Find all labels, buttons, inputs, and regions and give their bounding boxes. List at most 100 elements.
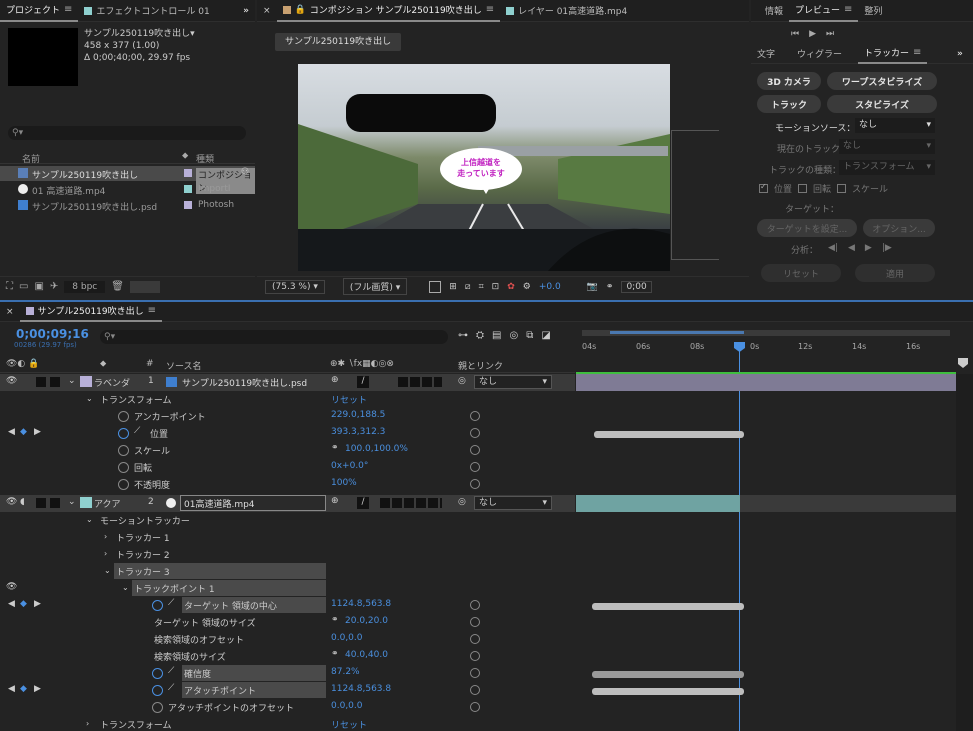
tab-wiggler[interactable]: ウィグラー xyxy=(791,43,848,65)
tab-timeline[interactable]: サンプル250119吹き出し ≡ xyxy=(19,302,163,322)
search-offset-value[interactable]: 0.0,0.0 xyxy=(331,633,363,643)
stopwatch-icon[interactable] xyxy=(118,428,129,439)
timeline-search-input[interactable]: ⚲▾ xyxy=(100,330,448,344)
pick-whip-icon[interactable] xyxy=(470,702,480,712)
transform-group-2[interactable]: › トランスフォーム リセット xyxy=(0,716,575,731)
mask-visibility-icon[interactable]: ⧄ xyxy=(465,282,471,292)
set-target-button[interactable]: ターゲットを設定... xyxy=(757,219,857,237)
next-keyframe-icon[interactable]: ▶ xyxy=(34,427,41,437)
shy-icon[interactable]: ⛭ xyxy=(476,330,484,341)
label-color-swatch[interactable] xyxy=(80,497,92,508)
graph-icon[interactable]: ⟋ xyxy=(168,666,174,676)
opacity-value[interactable]: 100% xyxy=(331,478,357,488)
feature-center-value[interactable]: 1124.8,563.8 xyxy=(331,599,391,609)
constrain-link-icon[interactable]: ⚭ xyxy=(331,649,339,659)
col-name[interactable]: 名前 xyxy=(22,152,40,165)
audio-icon[interactable]: ◖ xyxy=(20,497,25,507)
new-folder-icon[interactable]: ▭ xyxy=(19,281,28,292)
transform-reset-link[interactable]: リセット xyxy=(331,393,367,406)
expand-chevron-icon[interactable]: ⌄ xyxy=(86,394,93,403)
stabilize-motion-button[interactable]: スタビライズ xyxy=(827,95,937,113)
constrain-link-icon[interactable]: ⚭ xyxy=(331,615,339,625)
expand-chevron-icon[interactable]: ⌄ xyxy=(68,376,76,386)
property-anchor[interactable]: アンカーポイント 229.0,188.5 xyxy=(0,408,575,425)
visibility-eye-icon[interactable]: 👁 xyxy=(6,376,17,386)
analyze-backward-1-icon[interactable]: ◀| xyxy=(828,243,838,256)
pick-whip-icon[interactable] xyxy=(470,668,480,678)
layer-name-field[interactable]: 01高速道路.mp4 xyxy=(180,495,326,511)
stopwatch-icon[interactable] xyxy=(152,668,163,679)
grid-icon[interactable]: ⌗ xyxy=(479,282,484,292)
pick-whip-icon[interactable] xyxy=(470,445,480,455)
tab-project[interactable]: プロジェクト ≡ xyxy=(0,0,79,22)
col-parent-link[interactable]: 親とリンク xyxy=(458,359,503,372)
tab-effect-controls[interactable]: エフェクトコントロール 01 xyxy=(78,0,215,22)
tab-align[interactable]: 整列 xyxy=(858,0,888,22)
layer-switches[interactable] xyxy=(398,377,442,387)
visibility-eye-icon[interactable]: 👁 xyxy=(6,582,17,592)
scale-checkbox[interactable] xyxy=(837,184,847,193)
graph-icon[interactable]: ⟋ xyxy=(134,426,140,436)
3d-camera-button[interactable]: 3D カメラ xyxy=(757,72,821,90)
pick-whip-icon[interactable] xyxy=(470,428,480,438)
graph-editor-icon[interactable]: ⧉ xyxy=(526,330,533,341)
project-item[interactable]: 01 高速道路.mp4 ImportI xyxy=(0,182,255,197)
pick-whip-icon[interactable] xyxy=(470,462,480,472)
motion-source-select[interactable]: なし ▾ xyxy=(855,118,935,133)
tracker-2-group[interactable]: › トラッカー 2 xyxy=(0,546,575,563)
scale-value[interactable]: 100.0,100.0% xyxy=(345,444,408,454)
feature-size-value[interactable]: 20.0,20.0 xyxy=(345,616,388,626)
project-item[interactable]: サンプル250119吹き出し.psd Photosh xyxy=(0,198,255,213)
shy-switch-icon[interactable]: ⊕ xyxy=(331,375,339,385)
project-search-input[interactable]: ⚲▾ xyxy=(8,126,246,140)
pick-whip-icon[interactable] xyxy=(470,600,480,610)
project-item[interactable]: サンプル250119吹き出し コンポジション ⚇ xyxy=(0,166,255,194)
tracker-1-group[interactable]: › トラッカー 1 xyxy=(0,529,575,546)
position-value[interactable]: 393.3,312.3 xyxy=(331,427,385,437)
prev-keyframe-icon[interactable]: ◀ xyxy=(8,427,15,437)
color-channel-icon[interactable]: ✿ xyxy=(507,282,515,292)
pick-whip-icon[interactable] xyxy=(470,634,480,644)
pick-whip-icon[interactable] xyxy=(470,479,480,489)
feature-center-keyframe-bar[interactable] xyxy=(592,603,744,610)
lock-toggle[interactable] xyxy=(50,498,60,508)
tab-tracker[interactable]: トラッカー ≡ xyxy=(858,44,928,64)
track-type-select[interactable]: トランスフォーム ▾ xyxy=(839,160,935,175)
comp-viewer[interactable]: 上信越道を 走っています xyxy=(298,64,670,271)
pick-whip-icon[interactable] xyxy=(470,617,480,627)
layer-row-1[interactable]: 👁 ⌄ ラベンダ 1 サンプル250119吹き出し.psd ⊕ / ◎ なし ▾ xyxy=(0,374,575,391)
region-of-interest-icon[interactable] xyxy=(429,280,442,293)
warp-stabilizer-button[interactable]: ワープスタビライズ xyxy=(827,72,937,90)
stopwatch-icon[interactable] xyxy=(118,445,129,456)
property-opacity[interactable]: 不透明度 100% xyxy=(0,476,575,493)
property-search-size[interactable]: 検索領域のサイズ ⚭ 40.0,40.0 xyxy=(0,648,575,665)
analyze-forward-icon[interactable]: ▶ xyxy=(865,243,872,256)
layer-switches[interactable] xyxy=(380,498,442,508)
current-time-partial[interactable]: 0;00 xyxy=(621,280,652,293)
layer-2-bar[interactable] xyxy=(576,495,740,512)
property-position[interactable]: ◀ ◆ ▶ ⟋ 位置 393.3,312.3 xyxy=(0,425,575,442)
prev-keyframe-icon[interactable]: ◀ xyxy=(8,599,15,609)
track-point-group[interactable]: 👁 ⌄ トラックポイント 1 xyxy=(0,580,575,597)
settings-icon[interactable]: ⚙ xyxy=(523,282,531,292)
menu-icon[interactable]: ≡ xyxy=(844,4,852,15)
tracker-3-group[interactable]: ⌄ トラッカー 3 xyxy=(0,563,575,580)
last-frame-icon[interactable]: ⏭ xyxy=(826,29,844,39)
keyframe-diamond-icon[interactable]: ◆ xyxy=(20,427,27,437)
col-source-name[interactable]: ソース名 xyxy=(166,359,202,372)
stopwatch-icon[interactable] xyxy=(152,702,163,713)
stopwatch-icon[interactable] xyxy=(118,462,129,473)
tab-preview[interactable]: プレビュー ≡ xyxy=(789,0,859,22)
snapshot-icon[interactable]: 📷 xyxy=(587,282,598,292)
confidence-keyframe-bar[interactable] xyxy=(592,671,744,678)
stopwatch-icon[interactable] xyxy=(118,411,129,422)
reset-button[interactable]: リセット xyxy=(761,264,841,282)
solo-toggle[interactable] xyxy=(36,498,46,508)
keyframe-diamond-icon[interactable]: ◆ xyxy=(20,599,27,609)
collapse-switch-icon[interactable]: / xyxy=(357,497,369,509)
rotation-value[interactable]: 0x+0.0° xyxy=(331,461,368,471)
panel-overflow-icon[interactable]: » xyxy=(957,49,963,59)
expand-chevron-icon[interactable]: ⌄ xyxy=(104,566,111,575)
collapsed-chevron-icon[interactable]: › xyxy=(86,719,89,728)
close-icon[interactable]: × xyxy=(0,302,20,323)
